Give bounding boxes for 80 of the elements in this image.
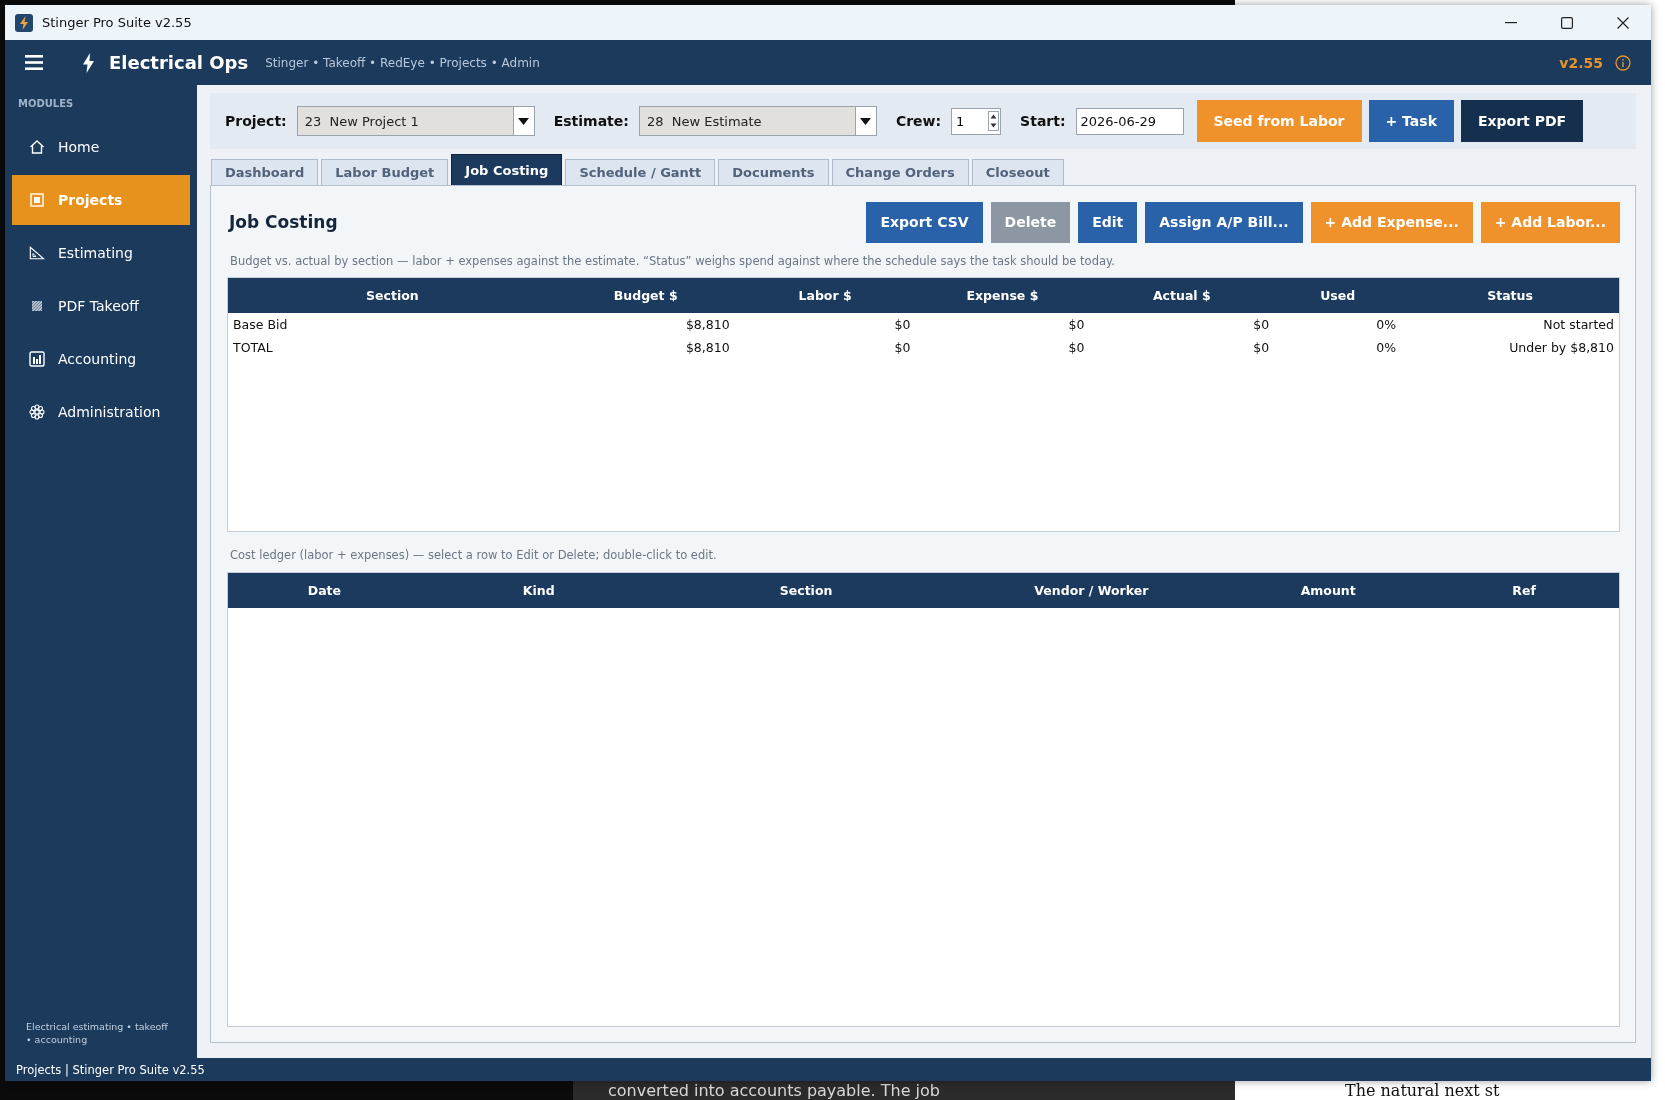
maximize-icon — [1561, 16, 1573, 29]
table-cell-text: Not started — [1542, 317, 1615, 332]
column-header: Labor $ — [797, 288, 853, 303]
table-cell-text: $8,810 — [684, 340, 731, 355]
column-header: Section — [365, 288, 420, 303]
field-label: Project: — [225, 113, 287, 129]
sidebar-item[interactable]: Estimating — [12, 228, 190, 278]
project-dropdown[interactable]: 23 New Project 1 — [296, 106, 535, 136]
lightning-icon — [83, 52, 94, 73]
close-icon — [1617, 16, 1629, 29]
estimate-dropdown[interactable]: 28 New Estimate — [638, 106, 877, 136]
version-label: v2.55 — [1559, 54, 1603, 71]
status-text: Projects | Stinger Pro Suite v2.55 — [16, 1062, 205, 1077]
square-icon — [29, 192, 45, 208]
edit-button[interactable]: Edit — [1078, 201, 1138, 243]
tab[interactable]: Schedule / Gantt — [565, 159, 716, 185]
table-cell-text: 0% — [1375, 317, 1398, 332]
stepper-icon[interactable] — [988, 111, 1000, 131]
table-cell-text: $0 — [1252, 317, 1271, 332]
sidebar-item[interactable]: PDF Takeoff — [12, 281, 190, 331]
tab[interactable]: Job Costing — [451, 154, 563, 185]
sidebar-item[interactable]: Accounting — [12, 334, 190, 384]
module-breadcrumb: Stinger • Takeoff • RedEye • Projects • Admin — [265, 55, 540, 70]
column-header: Actual $ — [1151, 288, 1212, 303]
hatched-square-icon — [32, 301, 42, 311]
table-cell-text: $0 — [893, 317, 912, 332]
info-icon[interactable] — [1615, 54, 1631, 71]
tab[interactable]: Labor Budget — [321, 159, 449, 185]
bar-chart-icon — [29, 351, 45, 367]
sidebar-footer-text: Electrical estimating • takeoff • accounting — [25, 1020, 169, 1046]
crew-spinbox[interactable]: 1 — [951, 107, 1002, 135]
table-cell-text: $0 — [1067, 317, 1086, 332]
table-cell-text: Under by $8,810 — [1508, 340, 1615, 355]
window-title: Stinger Pro Suite v2.55 — [42, 15, 192, 30]
column-header: Expense $ — [965, 288, 1040, 303]
tab[interactable]: Closeout — [971, 159, 1064, 185]
caret-icon — [518, 117, 530, 125]
table-cell-text: 0% — [1375, 340, 1398, 355]
assign-bill-button[interactable]: Assign A/P Bill... — [1145, 201, 1303, 243]
ruler-icon — [29, 245, 45, 261]
start-date-field[interactable]: 2026-06-29 — [1075, 107, 1184, 135]
section-title: Job Costing — [229, 212, 338, 232]
app-title: Electrical Ops — [109, 52, 249, 73]
column-header: Date — [306, 583, 343, 598]
column-header: Vendor / Worker — [1033, 583, 1150, 598]
tab[interactable]: Documents — [718, 159, 829, 185]
background-text: converted into accounts payable. The job — [608, 1081, 940, 1100]
minimize-icon — [1505, 21, 1517, 24]
caret-icon — [860, 117, 872, 125]
table-cell-text: $8,810 — [684, 317, 731, 332]
table-cell-text: Base Bid — [232, 317, 289, 332]
table-cell-text: $0 — [1252, 340, 1271, 355]
table-cell-text: $0 — [893, 340, 912, 355]
home-icon — [29, 139, 45, 155]
column-header: Ref — [1511, 583, 1537, 598]
gear-icon — [29, 404, 45, 420]
table-cell-text: TOTAL — [232, 340, 274, 355]
column-header: Kind — [521, 583, 556, 598]
add-task-button[interactable]: + Task — [1368, 100, 1454, 142]
background-text: The natural next st — [1345, 1081, 1500, 1100]
column-header: Used — [1319, 288, 1357, 303]
tab[interactable]: Dashboard — [211, 159, 319, 185]
column-header: Amount — [1299, 583, 1357, 598]
ledger-caption: Cost ledger (labor + expenses) — select a row to Edit or Delete; double-click to edit. — [230, 548, 718, 562]
sidebar-item[interactable]: Administration — [12, 387, 190, 437]
sidebar-heading: MODULES — [17, 97, 75, 111]
description-text: Budget vs. actual by section — labor + expenses against the estimate. “Status” weighs spend against where the schedule says the task should be today. — [230, 254, 1116, 268]
table-cell-text: $0 — [1067, 340, 1086, 355]
lightning-app-icon — [15, 13, 33, 32]
column-header: Budget $ — [612, 288, 679, 303]
field-label: Estimate: — [553, 113, 629, 129]
export-pdf-button[interactable]: Export PDF — [1460, 100, 1584, 142]
tab[interactable]: Change Orders — [831, 159, 969, 185]
column-header: Status — [1486, 288, 1534, 303]
field-label: Crew: — [895, 113, 942, 129]
sidebar-item[interactable]: Home — [12, 122, 190, 172]
column-header: Section — [778, 583, 834, 598]
field-label: Start: — [1020, 113, 1066, 129]
menu-icon[interactable] — [25, 55, 43, 70]
export-csv-button[interactable]: Export CSV — [866, 201, 983, 243]
